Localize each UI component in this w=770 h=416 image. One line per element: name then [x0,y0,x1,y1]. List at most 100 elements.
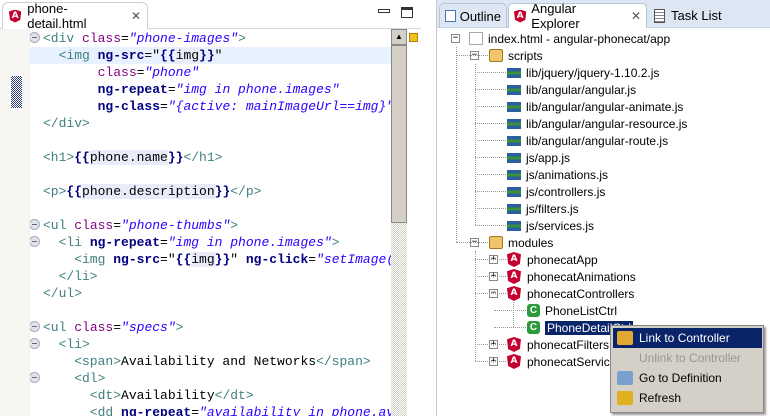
scrollbar-thumb[interactable] [391,45,407,223]
menu-item-label: Go to Definition [639,371,722,385]
code-line[interactable]: <span>Availability and Networks</span> [30,353,391,370]
tree-item[interactable]: AphonecatFilters [507,336,609,353]
fold-toggle-icon[interactable] [30,338,40,349]
collapse-icon[interactable]: − [451,34,460,43]
tab-angular-explorer[interactable]: A Angular Explorer ✕ [508,1,647,31]
code-line[interactable]: <h1>{{phone.name}}</h1> [30,149,391,166]
tree-item[interactable]: C PhoneListCtrl [527,302,617,319]
tree-item[interactable]: js/app.js [507,149,570,166]
tree-item[interactable]: lib/angular/angular-resource.js [507,115,687,132]
code-line[interactable] [30,200,391,217]
code-line[interactable]: class="phone" [30,64,391,81]
context-menu-item[interactable]: Link to Controller [613,328,762,348]
code-line[interactable]: </ul> [30,285,391,302]
tab-label: Task List [671,8,722,23]
tree-connector [475,157,506,158]
code-line[interactable]: ng-class="{active: mainImageUrl==img}" [30,98,391,115]
code-line[interactable] [30,132,391,149]
tree-item-label: modules [508,235,554,250]
code-token: = [121,31,129,46]
tree-item[interactable]: js/controllers.js [507,183,605,200]
code-line[interactable]: </li> [30,268,391,285]
panel-tab-bar: Outline A Angular Explorer ✕ Task List [437,0,770,31]
tab-task-list[interactable]: Task List [649,3,739,28]
editor-tab-bar: A phone-detail.html ✕ [0,0,421,31]
fold-toggle-icon[interactable] [30,236,40,247]
scroll-up-button[interactable]: ▲ [391,29,407,45]
script-icon [507,186,521,197]
code-token: > [238,31,246,46]
warning-marker[interactable] [409,33,418,42]
tree-item[interactable]: lib/jquery/jquery-1.10.2.js [507,64,659,81]
tree-item-label: lib/jquery/jquery-1.10.2.js [526,65,660,80]
tree-item[interactable]: modules [489,234,553,251]
overview-ruler [407,29,421,416]
code-token: = [160,235,168,250]
code-line[interactable]: <img ng-src="{{img}}" [30,47,391,64]
code-line[interactable]: <li> [30,336,391,353]
angular-module-icon: A [507,354,521,369]
code-line[interactable] [30,166,391,183]
code-token: ng-src [97,48,145,63]
code-line[interactable]: ng-repeat="img in phone.images" [30,81,391,98]
code-line[interactable] [30,302,391,319]
tree-item[interactable]: AphonecatServices [507,353,622,370]
tree-item[interactable]: lib/angular/angular.js [507,81,636,98]
editor-tab-phone-detail[interactable]: A phone-detail.html ✕ [2,1,148,31]
tree-item[interactable]: lib/angular/angular-animate.js [507,98,683,115]
code-token: "phone-images" [128,31,239,46]
tree-item[interactable]: js/services.js [507,217,594,234]
code-token: ng-repeat [121,405,192,416]
code-line[interactable]: <dl> [30,370,391,387]
code-line[interactable]: <dt>Availability</dt> [30,387,391,404]
tree-item[interactable]: AphonecatControllers [507,285,634,302]
script-icon [507,203,521,214]
code-line[interactable]: </div> [30,115,391,132]
code-token: ng-repeat [97,82,168,97]
tab-label: Angular Explorer [531,1,580,31]
tree-item[interactable]: AphonecatAnimations [507,268,636,285]
code-text: ng-class="{active: mainImageUrl==img}" [43,98,391,115]
tab-outline[interactable]: Outline [439,3,507,28]
minimize-button[interactable] [378,9,390,13]
script-icon [507,169,521,180]
code-line[interactable]: <li ng-repeat="img in phone.images"> [30,234,391,251]
context-menu-item[interactable]: Refresh [613,388,762,408]
fold-toggle-icon[interactable] [30,321,40,332]
task-list-icon [654,8,665,23]
vertical-scrollbar[interactable]: ▲ [391,29,407,416]
tree-item[interactable]: js/filters.js [507,200,579,217]
tree-connector [475,225,506,226]
code-line[interactable]: <img ng-src="{{img}}" ng-click="setImage… [30,251,391,268]
code-line[interactable]: <dd ng-repeat="availability in phone.ava… [30,404,391,416]
tree-item[interactable]: index.html - angular-phonecat/app [469,30,670,47]
tree-connector [475,89,506,90]
tree-item[interactable]: scripts [489,47,543,64]
code-text: <img ng-src="{{img}}" [43,47,222,64]
code-area[interactable]: <div class="phone-images"> <img ng-src="… [30,29,391,416]
code-token: </ul> [43,286,83,301]
code-line[interactable]: <ul class="specs"> [30,319,391,336]
tree-item-label: phonecatFilters [527,337,610,352]
fold-toggle-icon[interactable] [30,32,40,43]
context-menu-item[interactable]: Unlink to Controller [613,348,762,368]
fold-toggle-icon[interactable] [30,372,40,383]
code-token: = [167,82,176,97]
tree-item[interactable]: js/animations.js [507,166,608,183]
code-token: <span> [43,354,122,369]
maximize-button[interactable] [401,7,413,18]
tree-item[interactable]: lib/angular/angular-route.js [507,132,668,149]
tree-item-label: phonecatControllers [527,286,635,301]
tree-item[interactable]: AphonecatApp [507,251,598,268]
code-token: {{ [74,150,90,165]
blank-icon [617,351,633,365]
code-text: <dl> [43,370,105,387]
fold-toggle-icon[interactable] [30,219,40,230]
close-icon[interactable]: ✕ [631,9,641,23]
code-line[interactable]: <ul class="phone-thumbs"> [30,217,391,234]
code-line[interactable]: <div class="phone-images"> [30,30,391,47]
context-menu-item[interactable]: Go to Definition [613,368,762,388]
close-icon[interactable]: ✕ [131,9,141,23]
code-line[interactable]: <p>{{phone.description}}</p> [30,183,391,200]
tree-connector [475,191,506,192]
